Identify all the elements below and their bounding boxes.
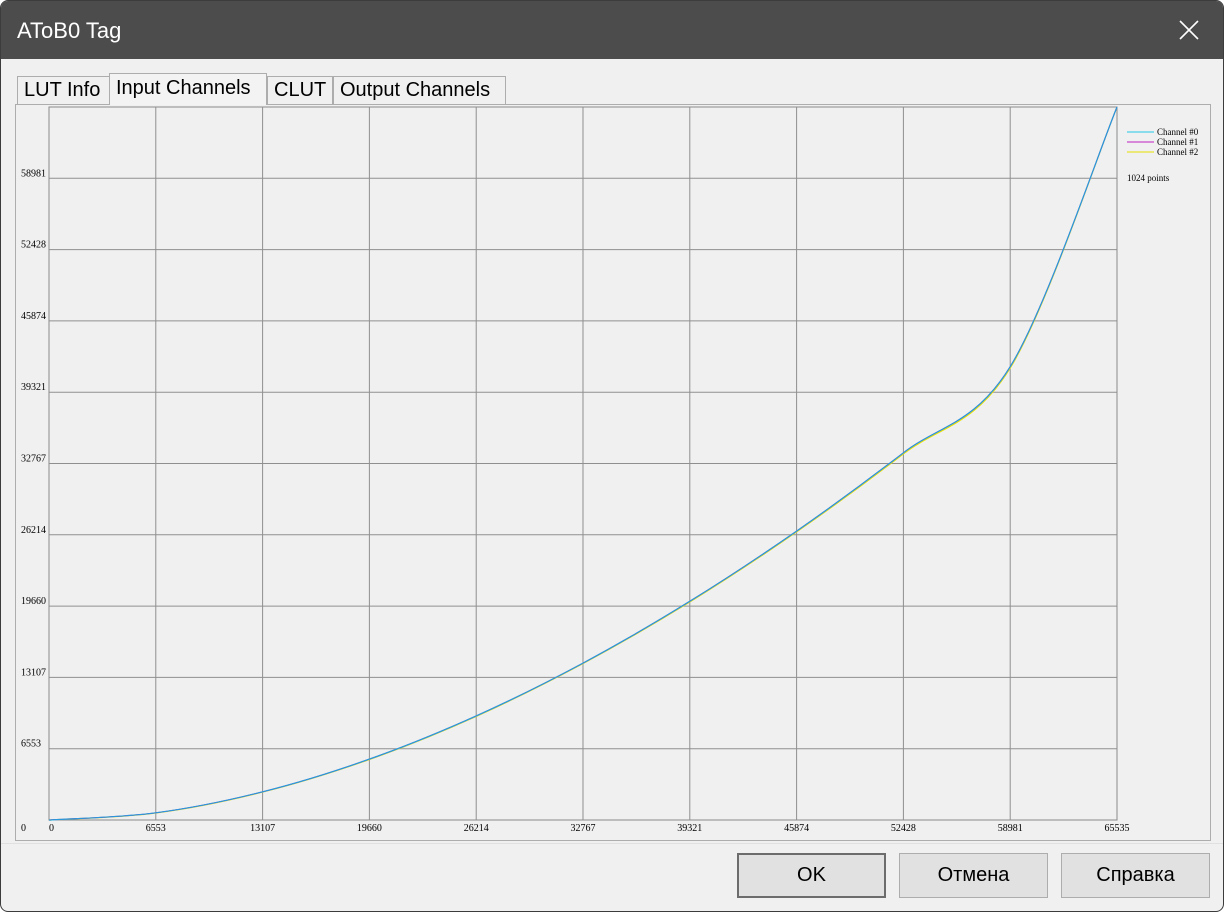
y-tick-label: 13107: [21, 667, 46, 678]
ok-button[interactable]: OK: [737, 853, 886, 898]
points-count-annotation: 1024 points: [1127, 173, 1170, 183]
x-tick-label: 65535: [1105, 823, 1130, 834]
cancel-button[interactable]: Отмена: [899, 853, 1048, 898]
tab-input-channels[interactable]: Input Channels: [109, 73, 267, 105]
curve-chart: 0 6553 13107 19660 26214 32767 39321 45874 52428…: [16, 97, 1210, 840]
footer-separator: [1, 843, 1223, 844]
tab-clut[interactable]: CLUT: [267, 76, 333, 105]
y-tick-label: 52428: [21, 240, 46, 251]
close-icon: [1179, 20, 1199, 40]
help-button[interactable]: Справка: [1061, 853, 1210, 898]
legend-label-channel-2: Channel #2: [1157, 147, 1198, 157]
curve-chart-svg: 0 6553 13107 19660 26214 32767 39321 45874 52428…: [21, 97, 1199, 834]
legend-label-channel-0: Channel #0: [1157, 127, 1199, 137]
y-tick-label: 58981: [21, 168, 46, 179]
x-tick-label: 13107: [250, 823, 275, 834]
x-tick-label: 52428: [891, 823, 916, 834]
tab-output-channels[interactable]: Output Channels: [333, 76, 506, 105]
y-tick-label: 39321: [21, 382, 46, 393]
y-tick-label: 19660: [21, 596, 46, 607]
x-tick-label: 39321: [677, 823, 702, 834]
y-tick-label: 65535: [21, 105, 46, 108]
x-tick-label: 19660: [357, 823, 382, 834]
x-tick-label: 32767: [570, 823, 595, 834]
x-tick-label: 26214: [464, 823, 489, 834]
input-channels-panel: 0 6553 13107 19660 26214 32767 39321 45874 52428…: [15, 97, 1211, 841]
y-tick-label: 6553: [21, 739, 41, 750]
y-tick-label: 32767: [21, 454, 46, 465]
window-title: AToB0 Tag: [17, 18, 122, 43]
tab-lut-info[interactable]: LUT Info: [17, 76, 110, 105]
x-tick-label: 0: [49, 823, 54, 834]
y-tick-label: 45874: [21, 311, 46, 322]
title-bar: AToB0 Tag: [1, 1, 1223, 59]
y-tick-label: 26214: [21, 525, 46, 536]
x-tick-label: 6553: [146, 823, 166, 834]
x-tick-label: 45874: [784, 823, 809, 834]
legend-label-channel-1: Channel #1: [1157, 137, 1198, 147]
atob0-tag-dialog: AToB0 Tag LUT Info Input Channels CLUT O…: [0, 0, 1224, 912]
y-tick-label: 0: [21, 823, 26, 834]
close-button[interactable]: [1167, 9, 1211, 51]
x-tick-label: 58981: [998, 823, 1023, 834]
